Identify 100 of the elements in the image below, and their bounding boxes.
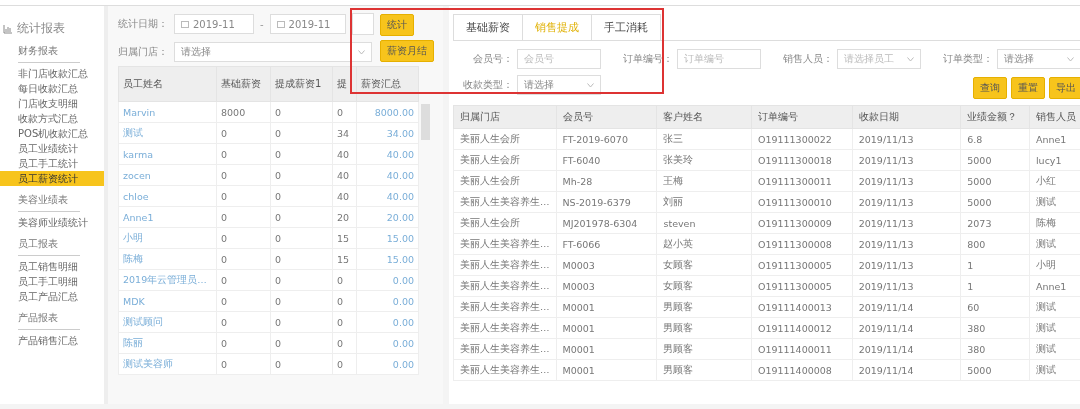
table-cell: 2019/11/13: [852, 191, 961, 213]
table-cell: 美丽人生会所: [453, 170, 556, 192]
sidebar-item[interactable]: 收款方式汇总: [0, 111, 104, 126]
table-cell: 0.00: [356, 269, 419, 291]
select-field[interactable]: 请选择: [997, 49, 1080, 69]
table-cell: 0: [270, 143, 333, 165]
table-cell: FT-2019-6070: [556, 128, 657, 150]
sidebar-item[interactable]: 员工业绩统计: [0, 141, 104, 156]
sidebar-item[interactable]: 员工手工明细: [0, 274, 104, 289]
table-cell: 2073: [960, 212, 1030, 234]
column-header[interactable]: 薪资汇总: [356, 66, 419, 102]
scrollbar-thumb[interactable]: [421, 104, 430, 140]
table-cell: 2019/11/13: [852, 254, 961, 276]
column-header[interactable]: 基础薪资: [216, 66, 271, 102]
table-cell: 赵小英: [656, 233, 752, 255]
action-button[interactable]: 查询: [973, 77, 1007, 99]
table-cell: 8000.00: [356, 101, 419, 123]
table-cell: 0: [270, 122, 333, 144]
column-header[interactable]: 订单编号: [751, 105, 853, 129]
table-cell: 美丽人生美容养生…: [453, 296, 556, 318]
table-cell: 20: [332, 206, 357, 228]
table-cell: 0: [216, 143, 271, 165]
table-cell: 0: [332, 353, 357, 375]
table-cell: 美丽人生美容养生…: [453, 338, 556, 360]
table-cell: 2019/11/14: [852, 296, 961, 318]
table-cell: Anne1: [118, 206, 217, 228]
caret-icon: [907, 56, 914, 62]
table-cell: NS-2019-6379: [556, 191, 657, 213]
table-cell: 美丽人生美容养生…: [453, 275, 556, 297]
table-cell: zocen: [118, 164, 217, 186]
table-cell: 0: [270, 290, 333, 312]
table-cell: M0001: [556, 317, 657, 339]
table-cell: 40.00: [356, 164, 419, 186]
table-cell: O19111400012: [751, 317, 853, 339]
table-cell: 0: [216, 248, 271, 270]
column-header[interactable]: 员工姓名: [118, 66, 217, 102]
field-label: 订单类型：: [942, 52, 993, 66]
caret-icon: [358, 49, 365, 55]
sidebar-item[interactable]: 非门店收款汇总: [0, 66, 104, 81]
table-cell: karma: [118, 143, 217, 165]
column-header[interactable]: 会员号: [556, 105, 657, 129]
action-button[interactable]: 重置: [1011, 77, 1045, 99]
column-header[interactable]: 客户姓名: [656, 105, 752, 129]
sidebar-item[interactable]: 员工销售明细: [0, 259, 104, 274]
table-cell: FT-6040: [556, 149, 657, 171]
caret-icon: [587, 82, 594, 88]
sidebar-item[interactable]: 员工手工统计: [0, 156, 104, 171]
table-cell: 美丽人生美容养生…: [453, 191, 556, 213]
table-cell: 1: [960, 275, 1030, 297]
action-button[interactable]: 薪资月结: [379, 40, 434, 62]
table-cell: O19111300011: [751, 170, 853, 192]
column-header[interactable]: 归属门店: [453, 105, 556, 129]
tab[interactable]: 基础薪资: [453, 14, 523, 40]
field-label: 销售人员：: [782, 52, 833, 66]
table-cell: M0001: [556, 359, 657, 381]
sidebar-item[interactable]: 美容师业绩统计: [0, 215, 104, 230]
table-cell: 0.00: [356, 311, 419, 333]
table-cell: 34: [332, 122, 357, 144]
table-cell: 0: [216, 290, 271, 312]
column-header[interactable]: 收款日期: [852, 105, 961, 129]
sidebar-item[interactable]: 每日收款汇总: [0, 81, 104, 96]
table-cell: 40.00: [356, 143, 419, 165]
sidebar-item[interactable]: POS机收款汇总: [0, 126, 104, 141]
date-field[interactable]: 2019-11: [269, 14, 346, 34]
store-select[interactable]: 请选择: [174, 42, 372, 62]
sidebar-item[interactable]: 员工产品汇总: [0, 289, 104, 304]
empty-field[interactable]: [351, 13, 374, 35]
table-cell: 0: [270, 227, 333, 249]
table-cell: 40.00: [356, 185, 419, 207]
table-cell: 0: [270, 101, 333, 123]
table-cell: O19111300022: [751, 128, 853, 150]
sidebar-item[interactable]: 产品销售汇总: [0, 333, 104, 348]
table-cell: 陈丽: [118, 332, 217, 354]
column-header[interactable]: 提成薪资1: [270, 66, 333, 102]
select-field[interactable]: 请选择: [517, 75, 601, 95]
table-cell: M0001: [556, 338, 657, 360]
table-cell: 34.00: [356, 122, 419, 144]
table-cell: 0: [270, 353, 333, 375]
sidebar-title: 统计报表: [17, 20, 65, 37]
table-cell: M0001: [556, 296, 657, 318]
action-button[interactable]: 导出: [1049, 77, 1080, 99]
sidebar-item[interactable]: 员工薪资统计: [0, 171, 104, 186]
table-cell: Marvin: [118, 101, 217, 123]
sidebar-item[interactable]: 门店收支明细: [0, 96, 104, 111]
table-cell: 0: [270, 311, 333, 333]
column-header[interactable]: 销售人员: [1029, 105, 1080, 129]
table-cell: 美丽人生会所: [453, 128, 556, 150]
table-cell: 380: [960, 317, 1030, 339]
column-header[interactable]: 业绩金额？: [960, 105, 1030, 129]
action-button[interactable]: 统计: [379, 14, 414, 36]
tab[interactable]: 手工消耗: [591, 14, 661, 40]
date-field[interactable]: 2019-11: [174, 14, 254, 34]
table-cell: 40: [332, 164, 357, 186]
table-cell: 15.00: [356, 248, 419, 270]
table-cell: 2019年云管理员…: [118, 269, 217, 291]
table-cell: 40: [332, 143, 357, 165]
table-cell: 女顾客: [656, 254, 752, 276]
table-cell: 0: [216, 164, 271, 186]
table-cell: O19111300005: [751, 254, 853, 276]
table-cell: 王梅: [656, 170, 752, 192]
